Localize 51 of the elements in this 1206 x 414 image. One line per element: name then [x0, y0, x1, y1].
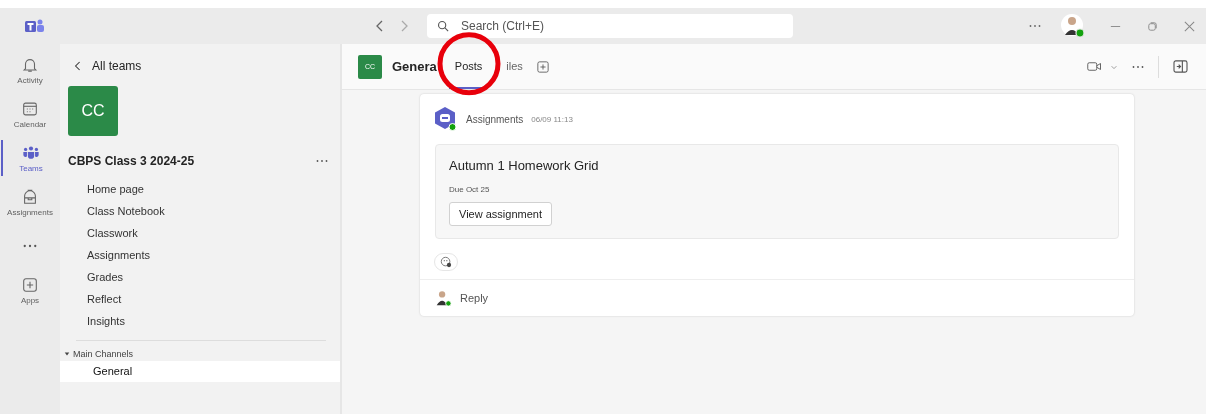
- search-input[interactable]: Search (Ctrl+E): [459, 18, 783, 34]
- reply-button[interactable]: Reply: [420, 279, 1134, 316]
- due-date: Due Oct 25: [449, 185, 491, 194]
- annotation-circle: [436, 31, 501, 96]
- video-camera-icon[interactable]: [1087, 60, 1102, 73]
- rail-label: Calendar: [13, 119, 47, 129]
- post-time: 06/09 11:13: [531, 114, 573, 124]
- channel-title: Genera: [392, 59, 437, 74]
- channel-item[interactable]: General: [60, 361, 340, 382]
- rail-label: Assignments: [7, 207, 53, 217]
- rail-item[interactable]: Apps: [1, 272, 59, 308]
- sidebar-item[interactable]: Assignments: [60, 244, 340, 266]
- more-icon[interactable]: [316, 159, 328, 163]
- sidebar-item[interactable]: Home page: [60, 178, 340, 200]
- team-name: CBPS Class 3 2024-25: [68, 154, 195, 168]
- assignments-app-icon: [432, 106, 458, 132]
- team-avatar: CC: [68, 86, 118, 136]
- add-reaction-icon: [440, 256, 452, 268]
- chevron-left-icon: [74, 60, 82, 72]
- sidebar-item[interactable]: Grades: [60, 266, 340, 288]
- rail-item[interactable]: Activity: [1, 52, 59, 88]
- sidebar-item[interactable]: Reflect: [60, 288, 340, 310]
- caret-icon: [64, 351, 70, 357]
- user-avatar-icon[interactable]: [1061, 14, 1085, 38]
- section-header[interactable]: Main Channels: [64, 347, 340, 361]
- restore-icon[interactable]: [1146, 19, 1159, 33]
- add-app-icon: [21, 275, 39, 294]
- tab[interactable]: iles: [500, 44, 529, 89]
- search-icon: [437, 20, 449, 32]
- sidebar-item[interactable]: Classwork: [60, 222, 340, 244]
- sidebar-item[interactable]: Class Notebook: [60, 200, 340, 222]
- back-link[interactable]: All teams: [74, 58, 340, 74]
- more-icon[interactable]: [1132, 64, 1144, 69]
- rail-item[interactable]: Calendar: [1, 96, 59, 132]
- post-author: Assignments: [466, 113, 524, 125]
- assignment-title: Autumn 1 Homework Grid: [449, 158, 600, 173]
- rail-label: Apps: [20, 295, 40, 305]
- user-avatar-icon: [434, 289, 452, 307]
- rail-item[interactable]: Assignments: [1, 184, 59, 220]
- more-icon: [23, 244, 37, 248]
- backpack-icon: [21, 187, 39, 206]
- teams-logo-icon: [25, 18, 45, 34]
- search-box[interactable]: Search (Ctrl+E): [427, 14, 793, 38]
- sidebar-item[interactable]: Insights: [60, 310, 340, 332]
- more-icon[interactable]: [1029, 24, 1041, 28]
- rail-label: Teams: [19, 163, 43, 173]
- add-tab-icon[interactable]: [536, 60, 549, 73]
- view-assignment-button[interactable]: View assignment: [449, 202, 552, 226]
- rail-label: Activity: [17, 75, 43, 85]
- panel-icon[interactable]: [1173, 60, 1188, 73]
- close-icon[interactable]: [1183, 19, 1196, 33]
